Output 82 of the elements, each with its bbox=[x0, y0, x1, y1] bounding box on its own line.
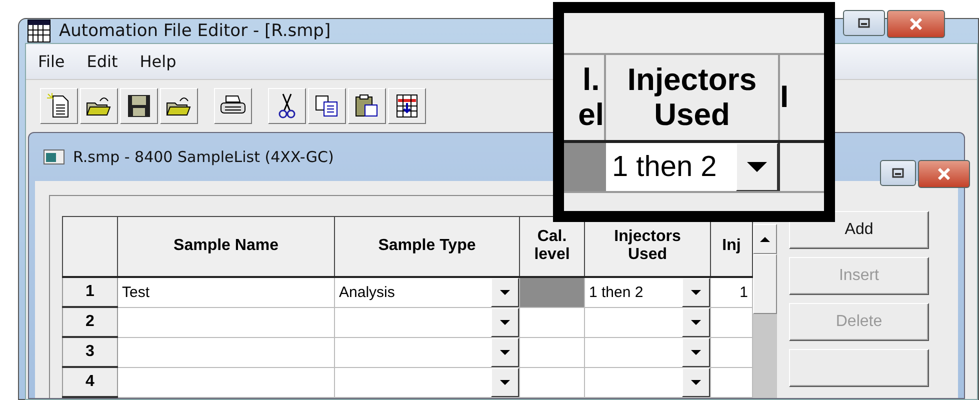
down-arrow-icon bbox=[691, 380, 701, 384]
dropdown-button[interactable] bbox=[491, 278, 519, 306]
toolbar-button[interactable] bbox=[40, 88, 78, 124]
column-header: Cal. level bbox=[520, 216, 584, 276]
menu-item[interactable]: Edit bbox=[86, 52, 118, 71]
down-arrow-icon bbox=[747, 162, 767, 172]
table-cell[interactable]: Analysis bbox=[334, 276, 520, 307]
down-arrow-icon bbox=[500, 350, 510, 354]
dropdown-button[interactable] bbox=[491, 308, 519, 336]
toolbar-button[interactable] bbox=[388, 88, 426, 124]
down-arrow-icon bbox=[691, 290, 701, 294]
dropdown-button[interactable] bbox=[682, 338, 710, 366]
clipboard-icon bbox=[355, 94, 379, 118]
table-cell[interactable] bbox=[520, 337, 584, 367]
cell-value: 1 then 2 bbox=[611, 150, 718, 184]
row-header: 4 bbox=[62, 367, 118, 397]
column-header: Sample Name bbox=[118, 216, 334, 276]
toolbar-button[interactable] bbox=[308, 88, 346, 124]
table-cell[interactable] bbox=[710, 307, 752, 337]
toolbar-button[interactable] bbox=[160, 88, 198, 124]
toolbar-button[interactable] bbox=[268, 88, 306, 124]
button[interactable]: Add bbox=[789, 211, 929, 249]
down-arrow-icon bbox=[691, 320, 701, 324]
column-header: I bbox=[780, 55, 824, 140]
table-cell[interactable] bbox=[118, 307, 334, 337]
dropdown-button[interactable] bbox=[682, 278, 710, 306]
dropdown-button[interactable] bbox=[491, 338, 519, 366]
table-cell[interactable] bbox=[710, 367, 752, 397]
close-icon bbox=[937, 168, 951, 180]
row-header: 3 bbox=[62, 337, 118, 367]
calendar-grid-icon bbox=[27, 19, 51, 43]
dropdown-button[interactable] bbox=[491, 368, 519, 396]
row-header: 1 bbox=[62, 276, 118, 307]
table-cell[interactable]: Test bbox=[118, 276, 334, 307]
table-cell[interactable] bbox=[118, 337, 334, 367]
toolbar-button[interactable] bbox=[348, 88, 386, 124]
down-arrow-icon bbox=[500, 290, 510, 294]
table-cell[interactable] bbox=[584, 367, 710, 397]
table-cell[interactable] bbox=[710, 337, 752, 367]
window-title: Automation File Editor - [R.smp] bbox=[59, 21, 331, 41]
table-cell[interactable] bbox=[584, 337, 710, 367]
table-cell[interactable] bbox=[520, 367, 584, 397]
dropdown-button[interactable] bbox=[682, 308, 710, 336]
table-cell[interactable] bbox=[334, 307, 520, 337]
table-cell[interactable] bbox=[520, 307, 584, 337]
table-cell[interactable]: 1 bbox=[710, 276, 752, 307]
column-header: l. el bbox=[564, 55, 606, 140]
toolbar-button[interactable] bbox=[80, 88, 118, 124]
window-icon bbox=[43, 149, 65, 165]
down-arrow-icon bbox=[691, 350, 701, 354]
close-icon bbox=[909, 18, 923, 30]
table-cell[interactable]: 1 then 2 bbox=[584, 276, 710, 307]
close-button[interactable] bbox=[918, 160, 970, 188]
vertical-scrollbar[interactable] bbox=[753, 224, 777, 398]
copy-icon bbox=[315, 95, 339, 117]
table-cell[interactable] bbox=[334, 367, 520, 397]
new-document-icon bbox=[47, 93, 71, 119]
scissors-icon bbox=[278, 93, 296, 119]
row-header: 2 bbox=[62, 307, 118, 337]
menu-item[interactable]: File bbox=[38, 52, 65, 71]
down-arrow-icon bbox=[500, 320, 510, 324]
down-arrow-icon bbox=[500, 380, 510, 384]
folder-icon bbox=[166, 95, 192, 117]
maximize-icon bbox=[858, 18, 870, 28]
maximize-button[interactable] bbox=[880, 160, 916, 186]
table-cell[interactable] bbox=[584, 307, 710, 337]
table-cell[interactable] bbox=[118, 367, 334, 397]
corner-header bbox=[62, 216, 118, 276]
toolbar-button[interactable] bbox=[214, 88, 252, 124]
child-window-title: R.smp - 8400 SampleList (4XX-GC) bbox=[73, 148, 334, 166]
menu-item[interactable]: Help bbox=[140, 52, 176, 71]
dropdown-button[interactable] bbox=[682, 368, 710, 396]
folder-icon bbox=[86, 95, 112, 117]
column-header: Sample Type bbox=[334, 216, 520, 276]
toolbar-button[interactable] bbox=[120, 88, 158, 124]
maximize-button[interactable] bbox=[843, 10, 885, 36]
maximize-icon bbox=[892, 168, 904, 178]
table-cell[interactable] bbox=[334, 337, 520, 367]
column-header: Injectors Used bbox=[606, 55, 780, 140]
table-import-icon bbox=[396, 94, 418, 118]
close-button[interactable] bbox=[887, 10, 945, 38]
up-arrow-icon bbox=[760, 236, 770, 242]
